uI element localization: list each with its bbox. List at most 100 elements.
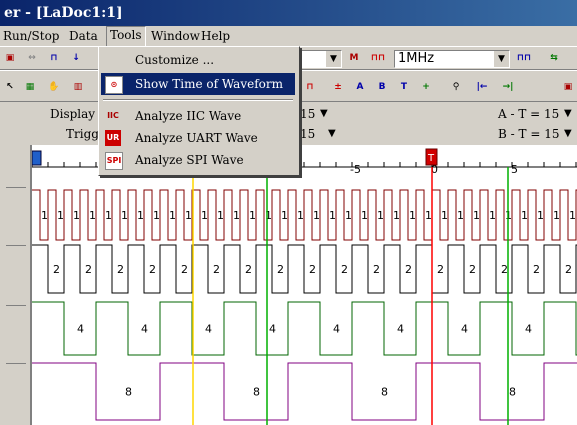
channel-waveform <box>32 301 577 356</box>
chart-icon[interactable]: ▥ <box>70 79 86 95</box>
channel-bit-label: 1 <box>201 209 208 222</box>
waveform-area[interactable]: -5 0 5 T 1111111111111111111111111111111… <box>32 145 577 425</box>
mode-combo[interactable]: ▼ <box>300 50 342 68</box>
select-icon[interactable]: ↖ <box>2 79 18 95</box>
channel-bit-label: 4 <box>269 323 276 336</box>
menu-help[interactable]: Help <box>198 26 233 45</box>
uart-label: Analyze UART Wave <box>135 131 258 145</box>
menu-window[interactable]: Window <box>148 26 203 45</box>
channel-bit-label: 1 <box>137 209 144 222</box>
spi-icon: SPI <box>105 152 123 170</box>
channel-bit-label: 1 <box>153 209 160 222</box>
channel-bit-label: 1 <box>233 209 240 222</box>
marker-icon[interactable]: M <box>346 50 362 66</box>
menu-item-analyze-iic[interactable]: IIC Analyze IIC Wave <box>101 105 295 127</box>
channel-waveform <box>32 244 577 294</box>
channel-row-1[interactable] <box>6 187 26 228</box>
channel-bit-label: 4 <box>525 323 532 336</box>
bar-a-icon[interactable]: A <box>352 79 368 95</box>
pulse-icon[interactable]: ⊓ <box>46 50 62 66</box>
channel-bit-label: 4 <box>77 323 84 336</box>
menu-runstop[interactable]: Run/Stop <box>0 26 62 45</box>
zoom-icon[interactable]: ▦ <box>22 79 38 95</box>
start-marker[interactable] <box>32 150 42 166</box>
hand-icon[interactable]: ✋ <box>46 79 62 95</box>
channel-bit-label: 1 <box>89 209 96 222</box>
trigger-marker-label: T <box>427 153 435 164</box>
bar-plus-icon[interactable]: + <box>418 79 434 95</box>
menu-bar: Run/Stop Data Tools Window Help <box>0 26 577 47</box>
clock-wave-icon: ⊓⊓ <box>370 53 386 63</box>
go-end-icon[interactable]: →| <box>500 79 516 95</box>
channel-bit-label: 4 <box>333 323 340 336</box>
record-icon[interactable]: ▣ <box>2 50 18 66</box>
channel-bit-label: 1 <box>553 209 560 222</box>
bar-b-icon[interactable]: B <box>374 79 390 95</box>
waveform-canvas: -5 0 5 T 1111111111111111111111111111111… <box>32 145 577 425</box>
menu-item-analyze-spi[interactable]: SPI Analyze SPI Wave <box>101 149 295 171</box>
channel-bit-label: 2 <box>533 263 540 276</box>
menu-separator <box>103 99 293 101</box>
binoculars-icon[interactable]: ⚲ <box>448 79 464 95</box>
channel-bit-label: 2 <box>309 263 316 276</box>
show-time-label: Show Time of Waveform <box>135 77 283 91</box>
frequency-select[interactable]: 1MHz ▼ <box>394 50 510 68</box>
channel-bit-label: 2 <box>501 263 508 276</box>
channel-bit-label: 2 <box>437 263 444 276</box>
extra-icon[interactable]: ▣ <box>560 79 576 95</box>
channel-bit-label: 1 <box>441 209 448 222</box>
channel-bit-label: 2 <box>85 263 92 276</box>
spi-label: Analyze SPI Wave <box>135 153 244 167</box>
channel-waveform <box>32 362 577 421</box>
channel-bit-label: 2 <box>213 263 220 276</box>
channel-row-4[interactable] <box>6 363 26 404</box>
channel-waveforms: 1111111111111111111111111111111111222222… <box>32 189 577 421</box>
channel-bit-label: 1 <box>537 209 544 222</box>
b-t-dropdown-icon[interactable]: ▼ <box>564 124 572 144</box>
channel-bit-label: 1 <box>281 209 288 222</box>
tick-label-5: 5 <box>511 163 518 176</box>
channel-bit-label: 1 <box>185 209 192 222</box>
menu-item-analyze-uart[interactable]: UR Analyze UART Wave <box>101 127 295 149</box>
signal-icon[interactable]: ⊓⊓ <box>516 50 532 66</box>
a-t-readout: A - T = 15 <box>498 107 560 121</box>
bar-rise-icon[interactable]: ± <box>330 79 346 95</box>
channel-bit-label: 1 <box>297 209 304 222</box>
bar-t-icon[interactable]: T <box>396 79 412 95</box>
channel-bit-label: 1 <box>489 209 496 222</box>
channel-bit-label: 1 <box>457 209 464 222</box>
frequency-value: 1MHz <box>398 51 435 66</box>
window-title: er - [LaDoc1:1] <box>4 5 123 21</box>
channel-bit-label: 1 <box>169 209 176 222</box>
channel-bit-label: 2 <box>405 263 412 276</box>
channel-bit-label: 2 <box>373 263 380 276</box>
channel-bit-label: 8 <box>253 386 260 399</box>
menu-tools[interactable]: Tools <box>106 26 146 47</box>
channel-bit-label: 4 <box>205 323 212 336</box>
channel-bit-label: 2 <box>117 263 124 276</box>
channel-row-3[interactable] <box>6 305 26 346</box>
channel-bit-label: 1 <box>569 209 576 222</box>
title-bar: er - [LaDoc1:1] <box>0 0 577 26</box>
channel-bit-label: 2 <box>341 263 348 276</box>
menu-item-show-time[interactable]: ⊙ Show Time of Waveform <box>101 73 295 95</box>
channel-bit-label: 1 <box>425 209 432 222</box>
step-icon[interactable]: ↔ <box>24 50 40 66</box>
a-t-dropdown-icon[interactable]: ▼ <box>564 104 572 124</box>
channel-bit-label: 4 <box>141 323 148 336</box>
display-dropdown-icon[interactable]: ▼ <box>320 104 328 124</box>
bar-edge-icon[interactable]: ⊓ <box>302 79 318 95</box>
channel-bit-label: 2 <box>245 263 252 276</box>
menu-item-customize[interactable]: Customize ... <box>101 49 295 71</box>
arrow-icon[interactable]: ⇆ <box>546 50 562 66</box>
iic-icon: IIC <box>107 111 119 120</box>
trigger-dropdown-icon[interactable]: ▼ <box>328 124 336 144</box>
channel-bit-label: 2 <box>181 263 188 276</box>
menu-data[interactable]: Data <box>66 26 101 45</box>
edge-icon[interactable]: ↓ <box>68 50 84 66</box>
channel-bit-label: 1 <box>57 209 64 222</box>
channel-bit-label: 2 <box>565 263 572 276</box>
channel-row-2[interactable] <box>6 245 26 286</box>
go-start-icon[interactable]: |← <box>474 79 490 95</box>
tick-label-m5: -5 <box>350 163 361 176</box>
